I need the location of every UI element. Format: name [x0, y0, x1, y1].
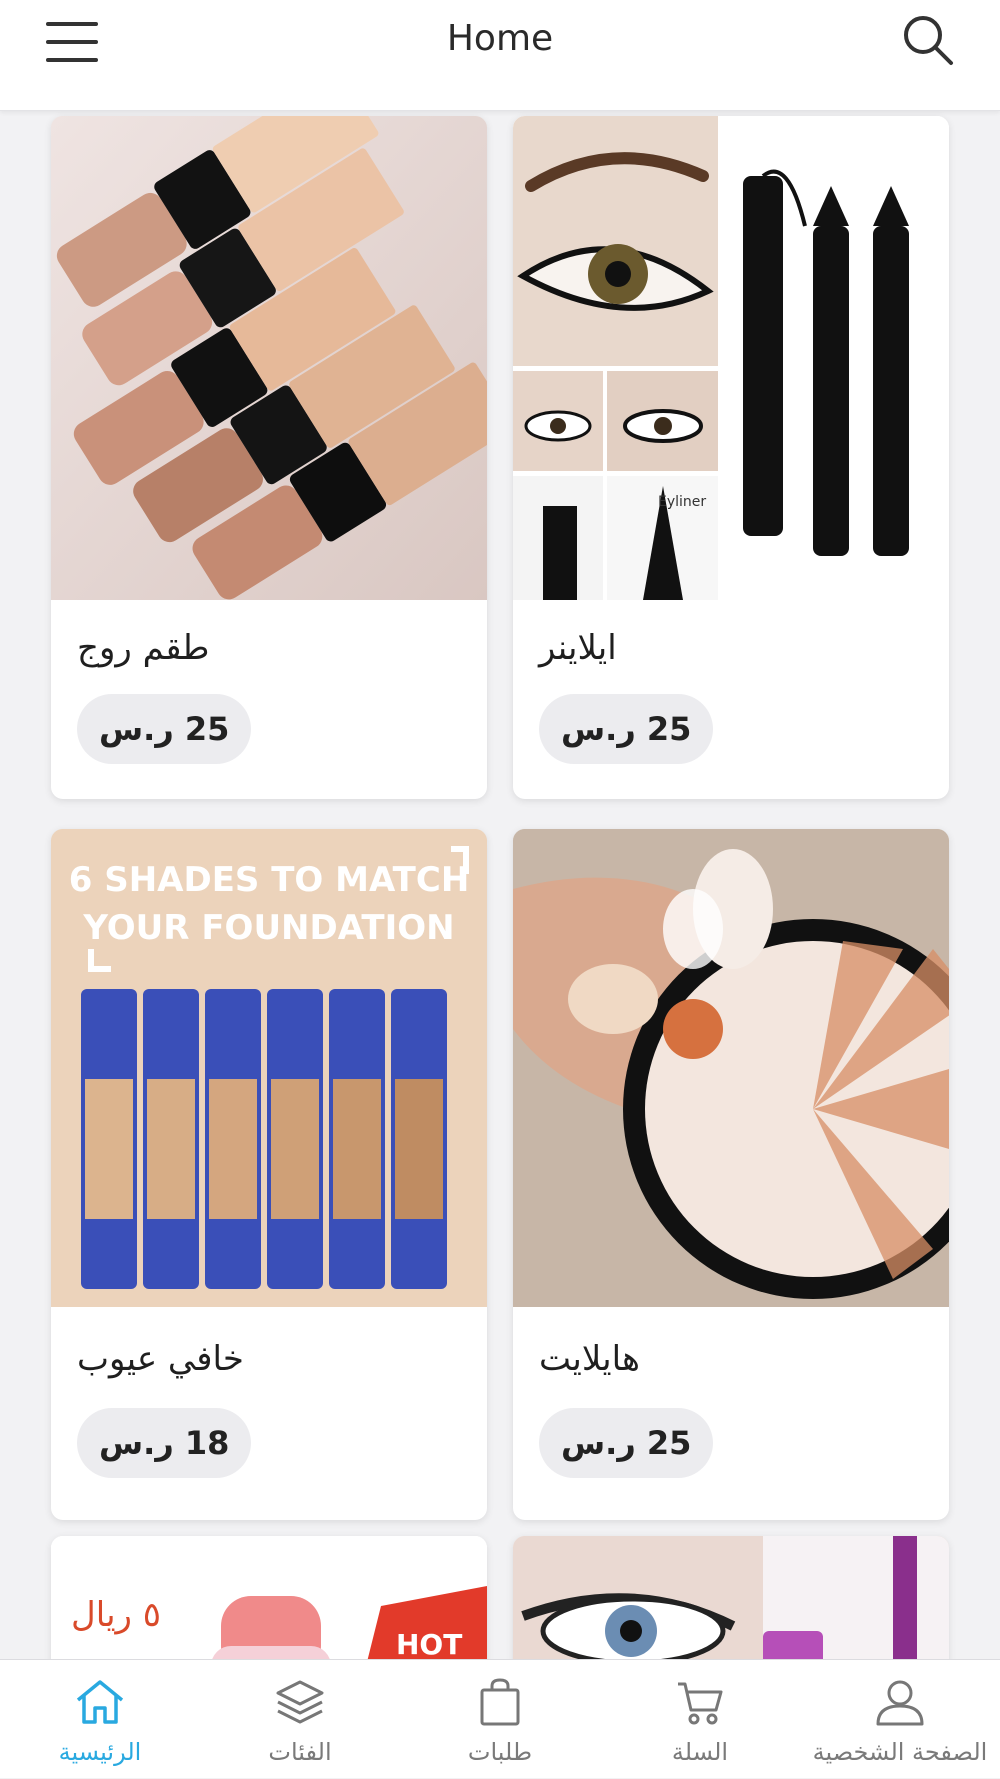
product-name: طقم روج: [77, 628, 210, 668]
page-title: Home: [446, 18, 554, 59]
top-app-bar: Home: [0, 0, 1000, 111]
cart-icon: [678, 1682, 723, 1725]
product-image-lipsticks: [51, 116, 487, 600]
image-caption-line2: YOUR FOUNDATION: [82, 908, 454, 948]
product-grid[interactable]: طقم روج 25 ر.س Eyliner ايلاينر 25 ر.س 6 …: [0, 111, 1000, 1659]
tab-orders[interactable]: طلبات: [400, 1660, 600, 1779]
image-badge-text: HOT: [396, 1628, 462, 1659]
product-image-highlighter: [513, 829, 949, 1307]
bottom-tab-bar: الرئيسية الفئات طلبات السلة الصفحة الشخص…: [0, 1659, 1000, 1778]
product-card[interactable]: [513, 1536, 949, 1659]
product-name: خافي عيوب: [77, 1339, 244, 1379]
tab-categories[interactable]: الفئات: [200, 1660, 400, 1779]
product-card[interactable]: ٥ ريال HOT: [51, 1536, 487, 1659]
product-card[interactable]: Eyliner ايلاينر 25 ر.س: [513, 116, 949, 799]
shopping-bag-icon: [480, 1678, 520, 1726]
product-price: 25 ر.س: [539, 694, 714, 764]
home-icon: [76, 1680, 124, 1724]
tab-label: الرئيسية: [58, 1738, 142, 1766]
tab-label: الفئات: [268, 1738, 332, 1766]
tab-label: السلة: [671, 1738, 729, 1766]
product-image-mascara: [513, 1536, 949, 1659]
image-caption-line1: 6 SHADES TO MATCH: [69, 860, 470, 900]
tab-profile[interactable]: الصفحة الشخصية: [800, 1660, 1000, 1779]
product-price: 25 ر.س: [77, 694, 252, 764]
tab-label: الصفحة الشخصية: [812, 1738, 988, 1766]
image-caption-price: ٥ ريال: [71, 1595, 161, 1635]
tab-label: طلبات: [467, 1738, 533, 1766]
product-price: 18 ر.س: [77, 1408, 252, 1478]
product-name: ايلاينر: [539, 628, 617, 668]
tab-home[interactable]: الرئيسية: [0, 1660, 200, 1779]
user-icon: [876, 1680, 924, 1726]
product-card[interactable]: هايلايت 25 ر.س: [513, 829, 949, 1520]
product-image-makeup-remover: ٥ ريال HOT: [51, 1536, 487, 1659]
tab-cart[interactable]: السلة: [600, 1660, 800, 1779]
search-icon[interactable]: [902, 14, 954, 66]
product-image-concealer: 6 SHADES TO MATCH YOUR FOUNDATION: [51, 829, 487, 1307]
product-card[interactable]: 6 SHADES TO MATCH YOUR FOUNDATION خافي ع…: [51, 829, 487, 1520]
svg-text:Eyliner: Eyliner: [658, 494, 706, 510]
product-card[interactable]: طقم روج 25 ر.س: [51, 116, 487, 799]
product-name: هايلايت: [539, 1339, 640, 1379]
layers-icon: [276, 1680, 324, 1724]
product-image-eyeliner: Eyliner: [513, 116, 949, 600]
product-price: 25 ر.س: [539, 1408, 714, 1478]
